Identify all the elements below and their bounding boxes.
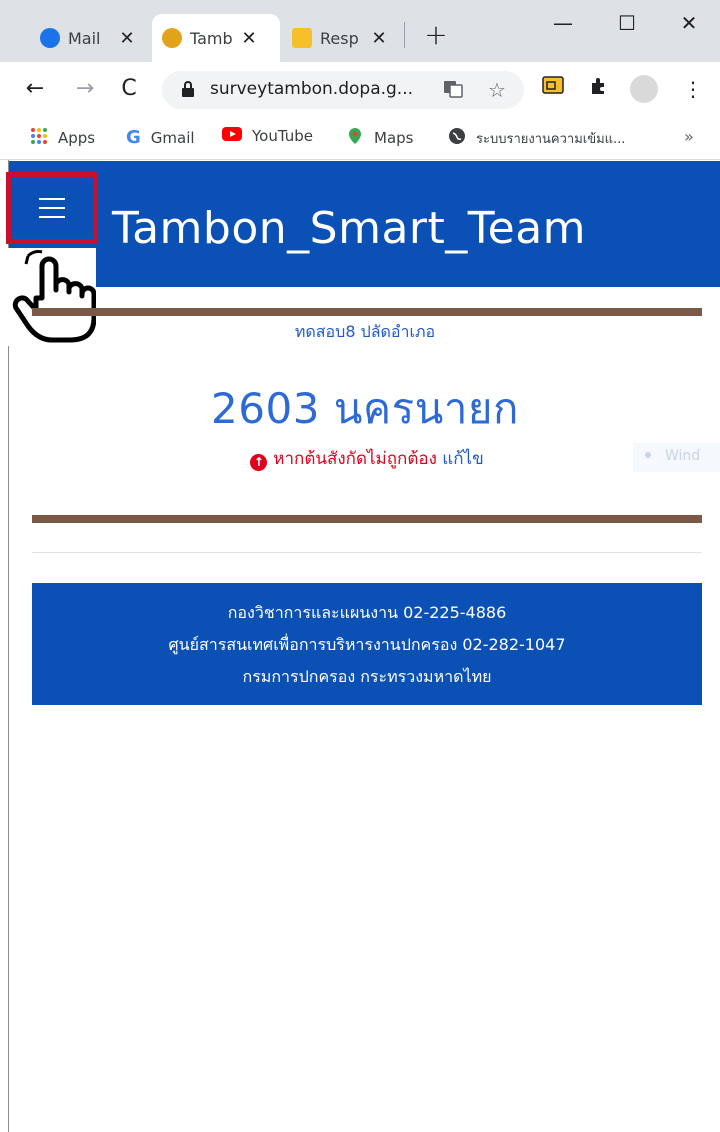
tab-label: Resp: [320, 28, 359, 48]
apps-grid-icon: [30, 127, 48, 149]
divider-bar: [32, 515, 702, 523]
tab-tambon[interactable]: Tamb ✕: [152, 14, 280, 62]
bookmark-label: Apps: [58, 129, 96, 147]
arrow-up-circle-icon: ↑: [250, 454, 268, 471]
warning-text: หากต้นสังกัดไม่ถูกต้อง: [273, 449, 437, 469]
sheets-extension-icon[interactable]: [540, 76, 566, 102]
tab-strip: Mail ✕ Tamb ✕ Resp ✕ + — ☐ ✕: [0, 0, 720, 62]
edit-link[interactable]: แก้ไข: [442, 449, 483, 469]
translate-icon[interactable]: [442, 79, 464, 101]
browser-toolbar: ← → C surveytambon.dopa.g... ☆ ⋮: [0, 62, 720, 116]
close-icon[interactable]: ✕: [240, 28, 258, 49]
tab-separator: [404, 22, 405, 48]
more-menu-icon[interactable]: ⋮: [680, 76, 706, 102]
forward-button[interactable]: →: [70, 74, 100, 104]
new-tab-button[interactable]: +: [422, 21, 450, 50]
close-icon[interactable]: ✕: [118, 28, 136, 49]
maximize-button[interactable]: ☐: [604, 8, 650, 40]
bookmark-label: Maps: [374, 129, 414, 147]
tambon-favicon-icon: [162, 28, 182, 48]
district-title: 2603 นครนายก: [211, 384, 519, 433]
footer-line: ศูนย์สารสนเทศเพื่อการบริหารงานปกครอง 02-…: [168, 635, 566, 654]
divider-bar: [32, 308, 702, 316]
browser-window: Mail ✕ Tamb ✕ Resp ✕ + — ☐ ✕ ← → C surve…: [0, 0, 720, 1132]
bookmark-maps[interactable]: Maps: [346, 127, 413, 149]
bookmark-label: ระบบรายงานความเข้มแ...: [476, 131, 626, 147]
reload-button[interactable]: C: [114, 74, 144, 104]
close-window-button[interactable]: ✕: [666, 8, 712, 40]
address-bar[interactable]: surveytambon.dopa.g... ☆: [162, 71, 524, 109]
bookmark-report-system[interactable]: ระบบรายงานความเข้มแ...: [448, 127, 625, 149]
bookmark-youtube[interactable]: YouTube: [222, 127, 313, 145]
back-button[interactable]: ←: [20, 74, 50, 104]
watermark-text: Wind: [665, 448, 701, 464]
windows-activation-watermark: Wind: [633, 443, 720, 472]
sheets-favicon-icon: [292, 28, 312, 48]
maps-pin-icon: [346, 127, 364, 149]
tab-label: Tamb: [190, 28, 232, 48]
bookmark-gmail[interactable]: G Gmail: [126, 127, 195, 148]
globe-icon: [448, 127, 466, 149]
youtube-icon: [222, 127, 242, 145]
extensions-puzzle-icon[interactable]: [586, 76, 612, 102]
footer-line: กรมการปกครอง กระทรวงมหาดไทย: [242, 667, 492, 686]
separator-line: [32, 552, 702, 553]
tab-mail[interactable]: Mail ✕: [30, 14, 146, 62]
lock-icon: [182, 81, 194, 97]
contact-footer: กองวิชาการและแผนงาน 02-225-4886 ศูนย์สาร…: [32, 583, 702, 705]
user-role-label: ทดสอบ8 ปลัดอำเภอ: [294, 322, 436, 341]
site-title: Tambon_Smart_Team: [112, 203, 587, 254]
profile-avatar[interactable]: [630, 75, 658, 103]
bookmark-label: Gmail: [150, 128, 195, 147]
mail-favicon-icon: [40, 28, 60, 48]
tab-responses[interactable]: Resp ✕: [282, 14, 398, 62]
bookmark-apps[interactable]: Apps: [30, 127, 95, 149]
footer-line: กองวิชาการและแผนงาน 02-225-4886: [227, 603, 507, 622]
url-text: surveytambon.dopa.g...: [210, 79, 414, 99]
affiliation-warning: ↑ หากต้นสังกัดไม่ถูกต้อง แก้ไข: [0, 445, 720, 472]
hamburger-menu-button[interactable]: [6, 172, 98, 244]
bookmarks-overflow-button[interactable]: »: [684, 127, 694, 146]
bookmarks-bar: Apps G Gmail YouTube Maps ระบบรายงานความ…: [0, 116, 720, 160]
bookmark-star-icon[interactable]: ☆: [486, 79, 508, 101]
minimize-button[interactable]: —: [540, 8, 586, 40]
bookmark-label: YouTube: [252, 127, 313, 145]
close-icon[interactable]: ✕: [370, 28, 388, 49]
tab-label: Mail: [68, 28, 101, 48]
google-g-icon: G: [126, 127, 141, 148]
hamburger-icon: [39, 198, 65, 218]
